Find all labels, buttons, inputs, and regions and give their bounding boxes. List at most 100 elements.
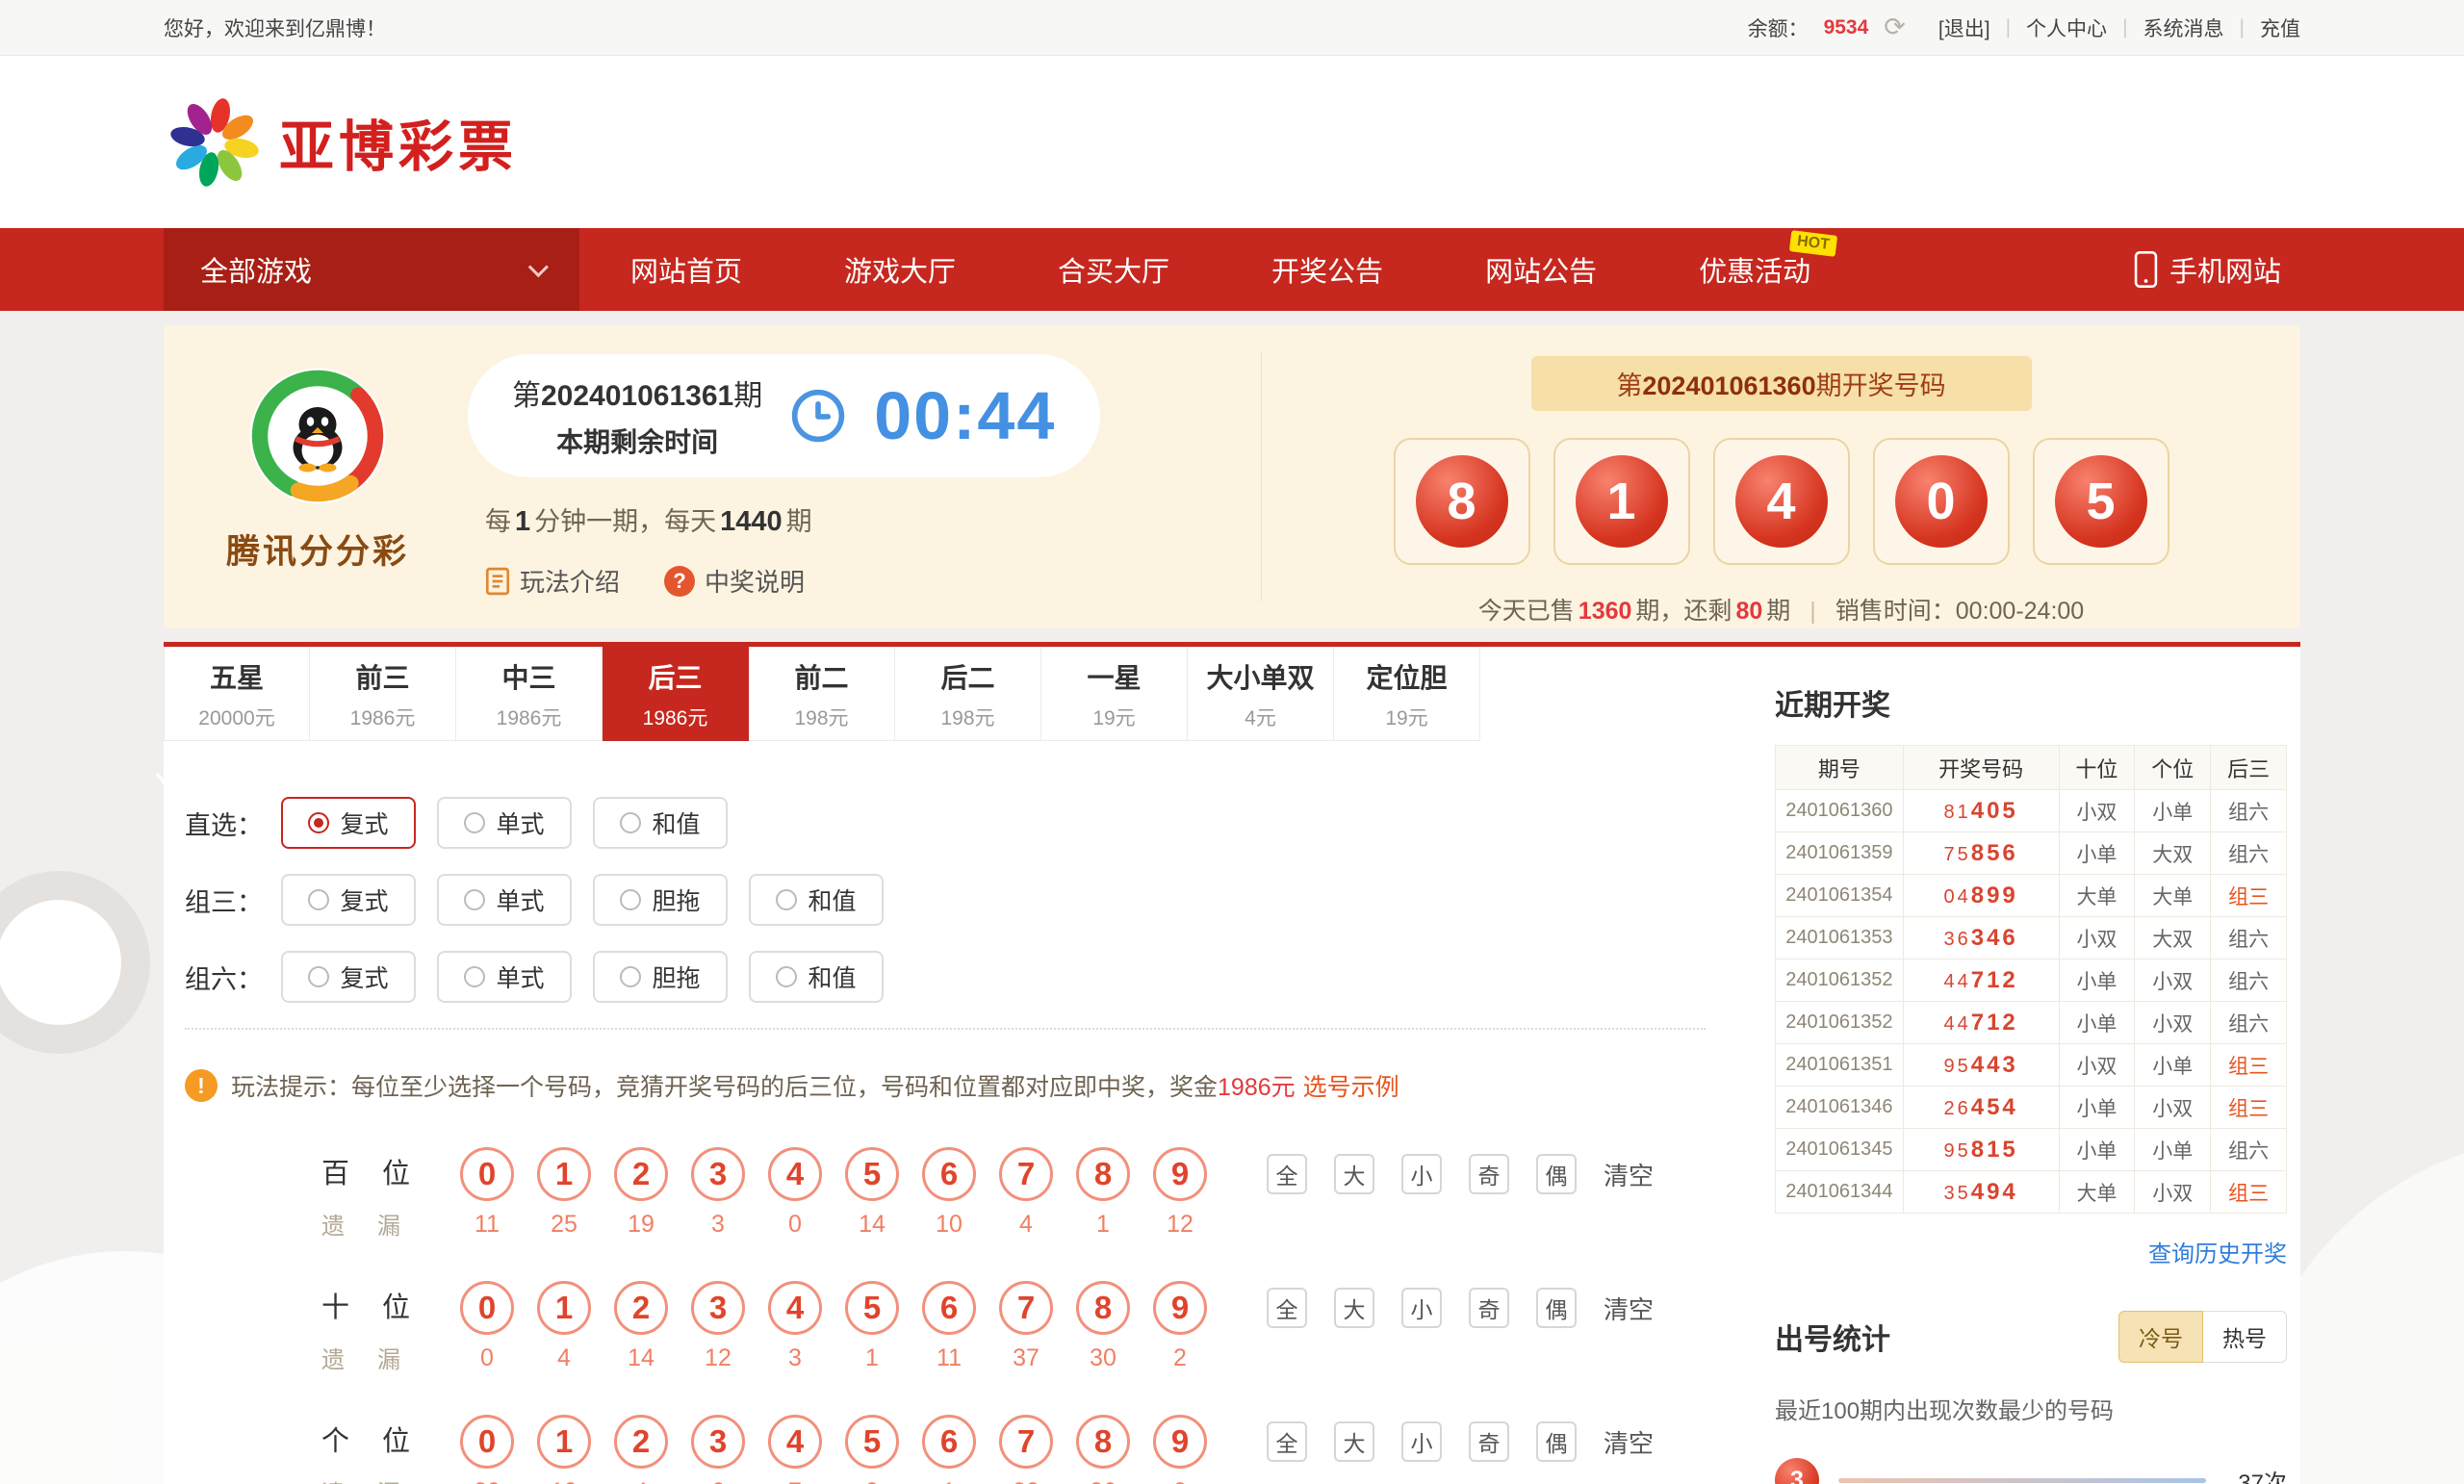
tab-qianer[interactable]: 前二198元 bbox=[749, 647, 895, 741]
number-button-bai-8[interactable]: 8 bbox=[1076, 1147, 1130, 1201]
main-navigation: 全部游戏 网站首页游戏大厅合买大厅开奖公告网站公告优惠活动HOT 手机网站 bbox=[0, 228, 2464, 311]
balance-label: 余额： bbox=[1748, 13, 1809, 42]
number-button-bai-9[interactable]: 9 bbox=[1153, 1147, 1207, 1201]
quick-even-button[interactable]: 偶 bbox=[1536, 1288, 1577, 1328]
tab-zhongsan[interactable]: 中三1986元 bbox=[456, 647, 603, 741]
number-button-shi-9[interactable]: 9 bbox=[1153, 1281, 1207, 1335]
refresh-icon[interactable]: ⟳ bbox=[1884, 13, 1906, 42]
all-games-menu[interactable]: 全部游戏 bbox=[164, 228, 579, 311]
number-button-ge-5[interactable]: 5 bbox=[845, 1415, 899, 1469]
quick-all-button[interactable]: 全 bbox=[1267, 1154, 1307, 1194]
clear-button[interactable]: 清空 bbox=[1604, 1424, 1654, 1460]
play-intro-link[interactable]: 玩法介绍 bbox=[485, 563, 620, 599]
quick-all-button[interactable]: 全 bbox=[1267, 1421, 1307, 1462]
number-button-shi-4[interactable]: 4 bbox=[768, 1281, 822, 1335]
housan-attribute: 组六 bbox=[2211, 790, 2287, 832]
number-button-shi-2[interactable]: 2 bbox=[614, 1281, 668, 1335]
bet-option-zuliu-dantuo[interactable]: 胆拖 bbox=[593, 951, 728, 1003]
bet-option-zhixuan-hezhi[interactable]: 和值 bbox=[593, 797, 728, 849]
number-button-bai-4[interactable]: 4 bbox=[768, 1147, 822, 1201]
tab-daxiaodanshuang[interactable]: 大小单双4元 bbox=[1188, 647, 1334, 741]
number-button-ge-6[interactable]: 6 bbox=[922, 1415, 976, 1469]
number-button-ge-3[interactable]: 3 bbox=[691, 1415, 745, 1469]
history-draws-link[interactable]: 查询历史开奖 bbox=[2148, 1241, 2287, 1267]
quick-small-button[interactable]: 小 bbox=[1401, 1154, 1442, 1194]
tab-yixing[interactable]: 一星19元 bbox=[1041, 647, 1188, 741]
clear-button[interactable]: 清空 bbox=[1604, 1157, 1654, 1192]
number-button-shi-7[interactable]: 7 bbox=[999, 1281, 1053, 1335]
tab-label: 一星 bbox=[1087, 657, 1141, 696]
brand-logo[interactable]: 亚博彩票 bbox=[164, 91, 518, 193]
nav-item-home[interactable]: 网站首页 bbox=[579, 228, 793, 311]
cold-numbers-button[interactable]: 冷号 bbox=[2118, 1311, 2203, 1363]
recharge-link[interactable]: 充值 bbox=[2260, 13, 2300, 42]
draw-issue: 2401061354 bbox=[1776, 875, 1904, 917]
quick-odd-button[interactable]: 奇 bbox=[1469, 1421, 1509, 1462]
number-grid: 0014214312435161173783092 bbox=[449, 1281, 1219, 1372]
quick-even-button[interactable]: 偶 bbox=[1536, 1154, 1577, 1194]
number-button-ge-4[interactable]: 4 bbox=[768, 1415, 822, 1469]
hot-numbers-button[interactable]: 热号 bbox=[2203, 1311, 2287, 1363]
number-button-bai-5[interactable]: 5 bbox=[845, 1147, 899, 1201]
bet-option-zhixuan-fushi[interactable]: 复式 bbox=[281, 797, 416, 849]
tab-houer[interactable]: 后二198元 bbox=[895, 647, 1041, 741]
tab-dingweidan[interactable]: 定位胆19元 bbox=[1334, 647, 1480, 741]
nav-item-game-hall[interactable]: 游戏大厅 bbox=[793, 228, 1007, 311]
number-button-ge-7[interactable]: 7 bbox=[999, 1415, 1053, 1469]
nav-item-draw-announcements[interactable]: 开奖公告 bbox=[1220, 228, 1434, 311]
number-button-bai-1[interactable]: 1 bbox=[537, 1147, 591, 1201]
clear-button[interactable]: 清空 bbox=[1604, 1291, 1654, 1326]
number-button-ge-1[interactable]: 1 bbox=[537, 1415, 591, 1469]
quick-even-button[interactable]: 偶 bbox=[1536, 1421, 1577, 1462]
quick-small-button[interactable]: 小 bbox=[1401, 1288, 1442, 1328]
win-help-link[interactable]: ? 中奖说明 bbox=[664, 563, 805, 599]
example-link[interactable]: 选号示例 bbox=[1303, 1074, 1399, 1101]
number-cell: 00 bbox=[449, 1281, 526, 1372]
number-button-ge-8[interactable]: 8 bbox=[1076, 1415, 1130, 1469]
quick-big-button[interactable]: 大 bbox=[1334, 1288, 1374, 1328]
tab-housan[interactable]: 后三1986元 bbox=[603, 647, 749, 741]
number-button-bai-0[interactable]: 0 bbox=[460, 1147, 514, 1201]
number-button-shi-1[interactable]: 1 bbox=[537, 1281, 591, 1335]
quick-big-button[interactable]: 大 bbox=[1334, 1154, 1374, 1194]
user-center-link[interactable]: 个人中心 bbox=[2026, 13, 2107, 42]
nav-item-group-buy-hall[interactable]: 合买大厅 bbox=[1007, 228, 1220, 311]
tab-qiansan[interactable]: 前三1986元 bbox=[310, 647, 456, 741]
miss-count: 11 bbox=[937, 1344, 962, 1372]
tab-wuxing[interactable]: 五星20000元 bbox=[164, 647, 310, 741]
quick-all-button[interactable]: 全 bbox=[1267, 1288, 1307, 1328]
quick-odd-button[interactable]: 奇 bbox=[1469, 1154, 1509, 1194]
number-button-shi-0[interactable]: 0 bbox=[460, 1281, 514, 1335]
nav-item-promotions[interactable]: 优惠活动HOT bbox=[1648, 228, 1861, 311]
bet-option-zuliu-hezhi[interactable]: 和值 bbox=[749, 951, 884, 1003]
system-messages-link[interactable]: 系统消息 bbox=[2143, 13, 2224, 42]
number-button-shi-8[interactable]: 8 bbox=[1076, 1281, 1130, 1335]
number-button-shi-5[interactable]: 5 bbox=[845, 1281, 899, 1335]
number-button-bai-2[interactable]: 2 bbox=[614, 1147, 668, 1201]
miss-count: 1 bbox=[865, 1344, 879, 1372]
bet-option-zusan-dantuo[interactable]: 胆拖 bbox=[593, 874, 728, 926]
quick-odd-button[interactable]: 奇 bbox=[1469, 1288, 1509, 1328]
bet-option-zhixuan-danshi[interactable]: 单式 bbox=[437, 797, 572, 849]
quick-small-button[interactable]: 小 bbox=[1401, 1421, 1442, 1462]
number-button-ge-2[interactable]: 2 bbox=[614, 1415, 668, 1469]
current-issue: 第202401061361期 bbox=[512, 371, 762, 414]
bet-option-zusan-fushi[interactable]: 复式 bbox=[281, 874, 416, 926]
number-button-ge-9[interactable]: 9 bbox=[1153, 1415, 1207, 1469]
bet-option-zuliu-danshi[interactable]: 单式 bbox=[437, 951, 572, 1003]
shiwei-attribute: 小双 bbox=[2059, 790, 2135, 832]
number-button-bai-6[interactable]: 6 bbox=[922, 1147, 976, 1201]
bet-option-zusan-danshi[interactable]: 单式 bbox=[437, 874, 572, 926]
number-button-bai-7[interactable]: 7 bbox=[999, 1147, 1053, 1201]
number-button-ge-0[interactable]: 0 bbox=[460, 1415, 514, 1469]
bet-option-zusan-hezhi[interactable]: 和值 bbox=[749, 874, 884, 926]
number-button-shi-6[interactable]: 6 bbox=[922, 1281, 976, 1335]
number-button-shi-3[interactable]: 3 bbox=[691, 1281, 745, 1335]
bet-option-zuliu-fushi[interactable]: 复式 bbox=[281, 951, 416, 1003]
number-button-bai-3[interactable]: 3 bbox=[691, 1147, 745, 1201]
quick-big-button[interactable]: 大 bbox=[1334, 1421, 1374, 1462]
nav-item-site-announcements[interactable]: 网站公告 bbox=[1434, 228, 1648, 311]
quick-buttons: 全大小奇偶清空 bbox=[1267, 1415, 1654, 1469]
nav-item-mobile-site[interactable]: 手机网站 bbox=[2083, 228, 2300, 311]
logout-link[interactable]: [退出] bbox=[1938, 13, 1990, 42]
